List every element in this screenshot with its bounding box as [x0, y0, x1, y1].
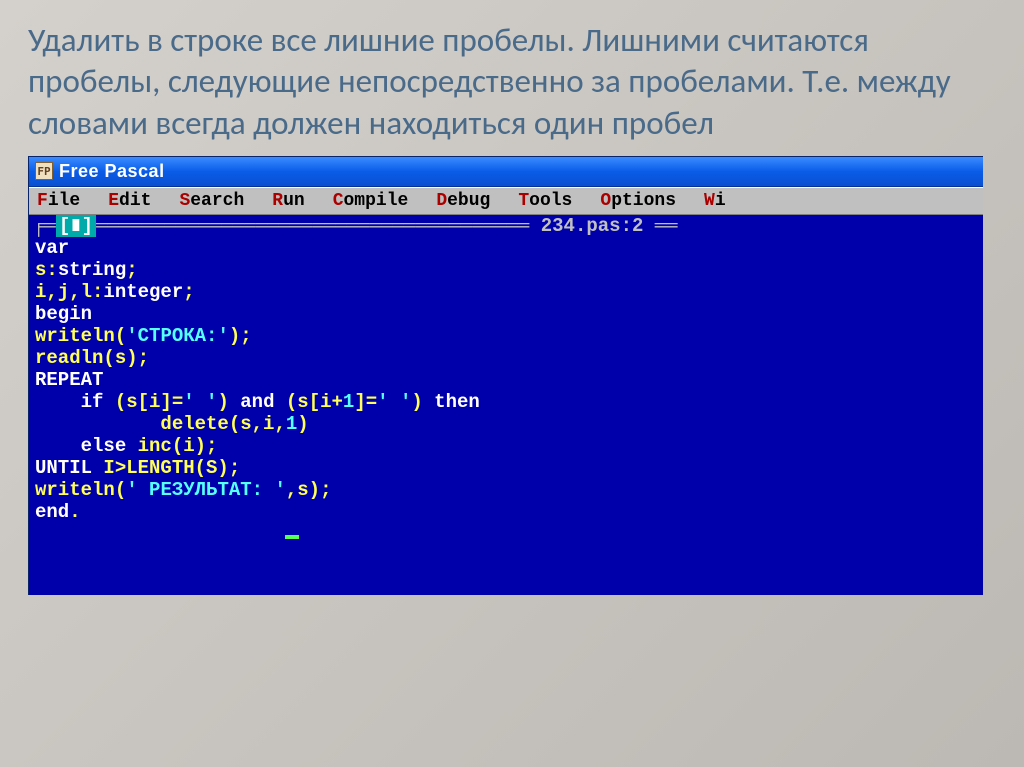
menu-debug[interactable]: Debug [436, 191, 490, 211]
code-line[interactable]: delete(s,i,1) [29, 413, 983, 435]
menu-edit[interactable]: Edit [108, 191, 151, 211]
code-line[interactable]: else inc(i); [29, 435, 983, 457]
slide-description: Удалить в строке все лишние пробелы. Лиш… [28, 20, 996, 144]
menu-compile[interactable]: Compile [333, 191, 409, 211]
menu-run[interactable]: Run [272, 191, 304, 211]
code-line[interactable]: end. [29, 501, 983, 523]
ide-window: FP Free Pascal File Edit Search Run Comp… [28, 156, 983, 595]
window-control-icon[interactable]: [∎] [56, 215, 96, 237]
window-title: Free Pascal [59, 161, 165, 182]
menubar: File Edit Search Run Compile Debug Tools… [29, 187, 983, 215]
editor-tabline: ╒═[∎]═══════════════════════════════════… [29, 215, 983, 237]
app-icon: FP [35, 162, 53, 180]
titlebar[interactable]: FP Free Pascal [29, 157, 983, 187]
code-line[interactable]: if (s[i]=' ') and (s[i+1]=' ') then [29, 391, 983, 413]
code-line[interactable]: var [29, 237, 983, 259]
code-line[interactable]: s:string; [29, 259, 983, 281]
menu-options[interactable]: Options [600, 191, 676, 211]
cursor-line[interactable] [29, 523, 983, 545]
code-line[interactable]: REPEAT [29, 369, 983, 391]
menu-search[interactable]: Search [179, 191, 244, 211]
menu-tools[interactable]: Tools [518, 191, 572, 211]
menu-window[interactable]: Wi [704, 191, 726, 211]
editor-filename: 234.pas:2 [541, 215, 644, 237]
code-line[interactable]: writeln(' РЕЗУЛЬТАТ: ',s); [29, 479, 983, 501]
code-line[interactable]: i,j,l:integer; [29, 281, 983, 303]
text-cursor [285, 535, 299, 539]
code-line[interactable]: begin [29, 303, 983, 325]
code-line[interactable]: readln(s); [29, 347, 983, 369]
slide: Удалить в строке все лишние пробелы. Лиш… [0, 0, 1024, 767]
code-line[interactable]: writeln('СТРОКА:'); [29, 325, 983, 347]
menu-file[interactable]: File [37, 191, 80, 211]
code-line[interactable]: UNTIL I>LENGTH(S); [29, 457, 983, 479]
editor-area[interactable]: ╒═[∎]═══════════════════════════════════… [29, 215, 983, 595]
